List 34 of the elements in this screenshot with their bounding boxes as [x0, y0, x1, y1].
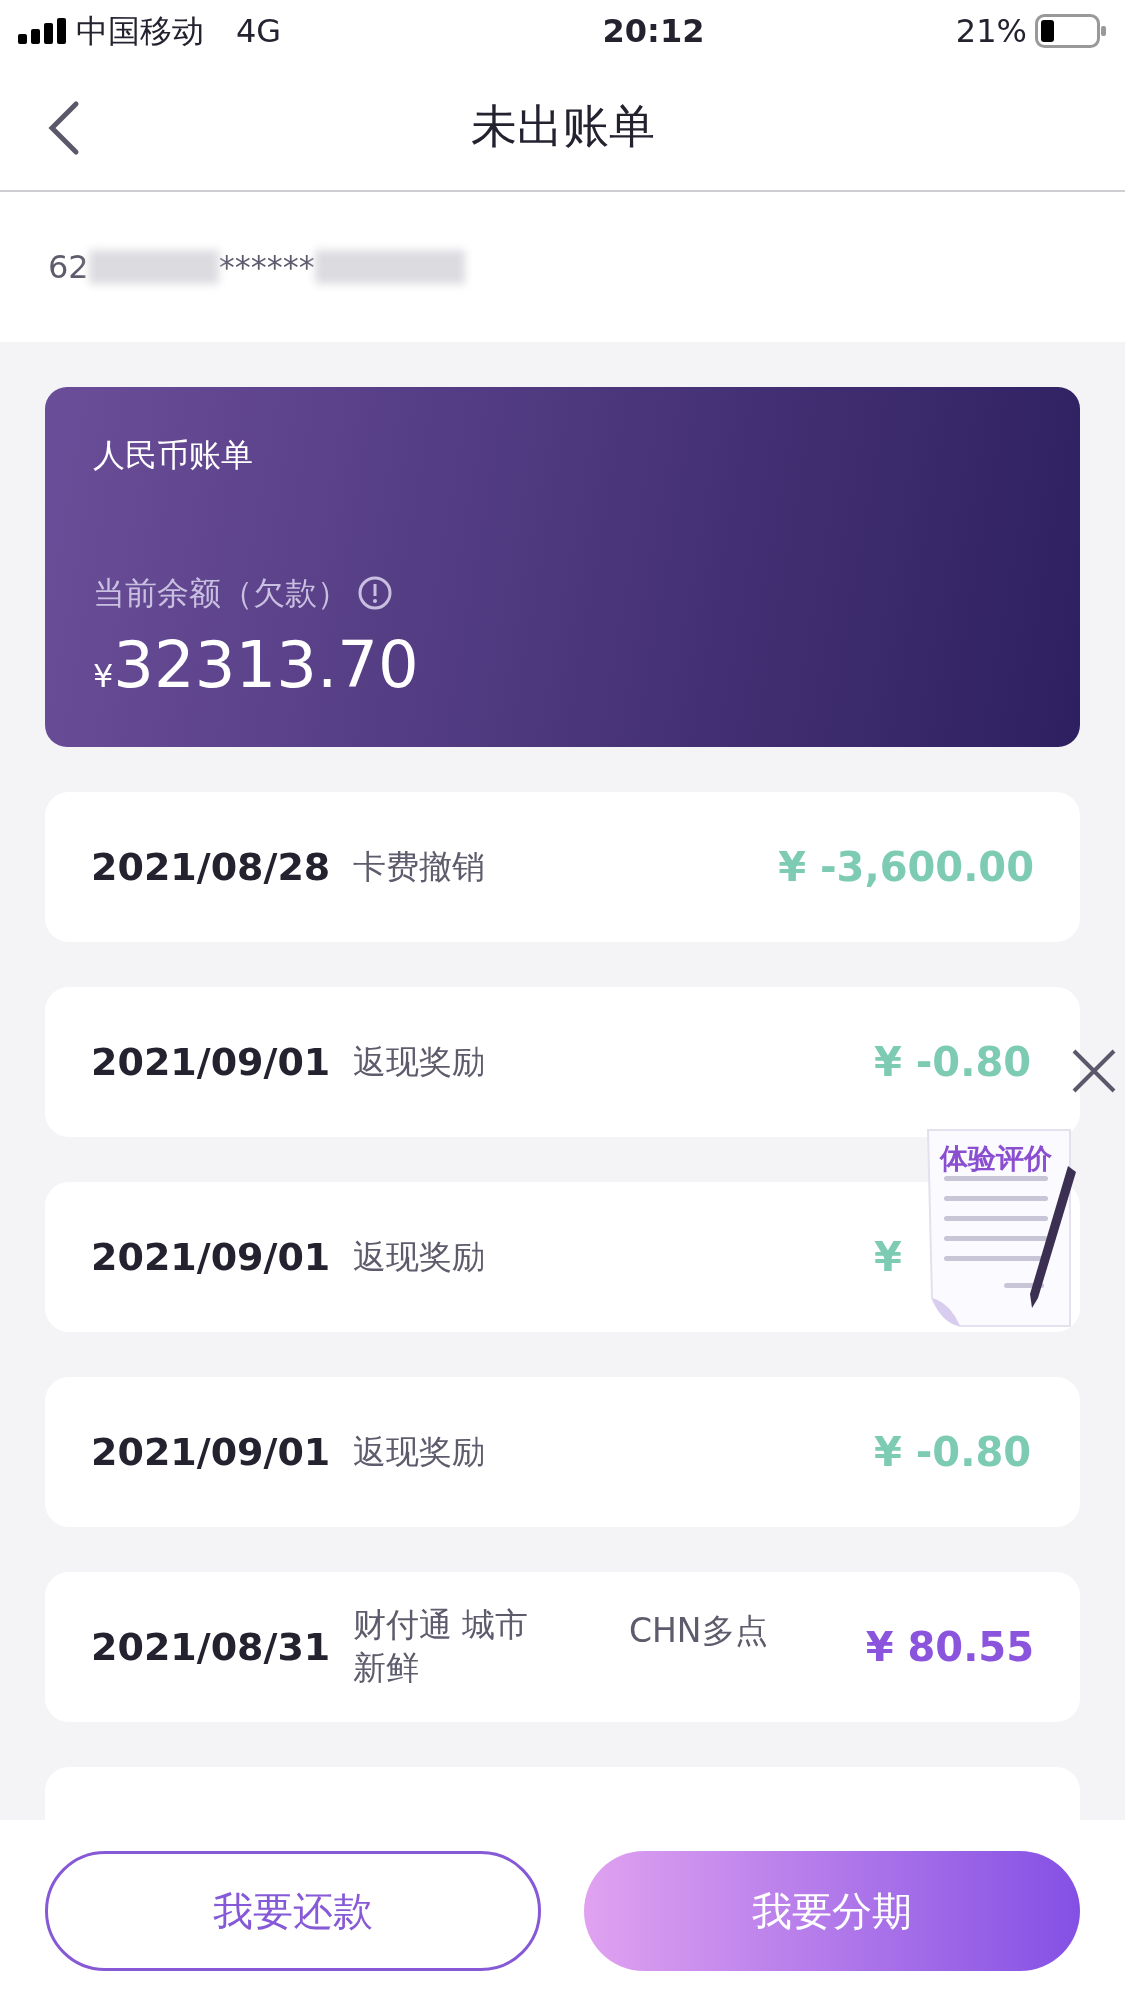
transaction-amount: ¥ 80.55	[865, 1623, 1034, 1672]
transaction-date: 2021/09/01	[91, 1233, 332, 1281]
repay-button[interactable]: 我要还款	[45, 1850, 541, 1971]
card-number-mask: ******	[218, 247, 315, 288]
transaction-date: 2021/09/01	[91, 1038, 332, 1086]
transaction-amount: ¥ -0.80	[874, 1428, 1033, 1477]
signal-icon	[18, 18, 68, 44]
transaction-date: 2021/09/01	[91, 1428, 332, 1476]
currency-symbol: ¥	[93, 656, 114, 697]
transaction-date: 2021/08/28	[91, 843, 332, 891]
transaction-amount: ¥ -0.80	[874, 1038, 1033, 1087]
carrier-name: 中国移动	[76, 11, 204, 52]
card-number-prefix: 62	[48, 247, 89, 288]
transaction-amount: ¥ -3,600.00	[778, 843, 1034, 892]
network-type: 4G	[236, 11, 282, 52]
transaction-amount: ¥	[874, 1233, 903, 1282]
transaction-description: 返现奖励	[353, 1430, 486, 1473]
transaction-row[interactable]: 2021/09/01 返现奖励 ¥ -0.80	[45, 1377, 1080, 1527]
status-time: 20:12	[601, 11, 705, 52]
battery-percent: 21%	[955, 11, 1027, 52]
transaction-description: 卡费撤销	[353, 845, 486, 888]
merchant-name: CHN多点	[629, 1610, 769, 1652]
battery-icon	[1035, 14, 1107, 48]
card-title: 人民币账单	[93, 435, 254, 476]
info-icon[interactable]	[357, 575, 393, 611]
balance-amount: 32313.70	[113, 633, 419, 697]
transaction-description: 财付通 城市新鲜	[353, 1604, 530, 1689]
transaction-date: 2021/08/31	[91, 1623, 332, 1671]
transaction-row[interactable]: 2021/09/01 返现奖励 ¥ -0.80	[45, 987, 1080, 1137]
balance-label: 当前余额（欠款）	[93, 573, 349, 614]
transaction-row[interactable]: 2021/08/28 卡费撤销 ¥ -3,600.00	[45, 792, 1080, 942]
transaction-description: 返现奖励	[353, 1235, 486, 1278]
transaction-description: 返现奖励	[353, 1040, 486, 1083]
page-title: 未出账单	[470, 97, 655, 155]
